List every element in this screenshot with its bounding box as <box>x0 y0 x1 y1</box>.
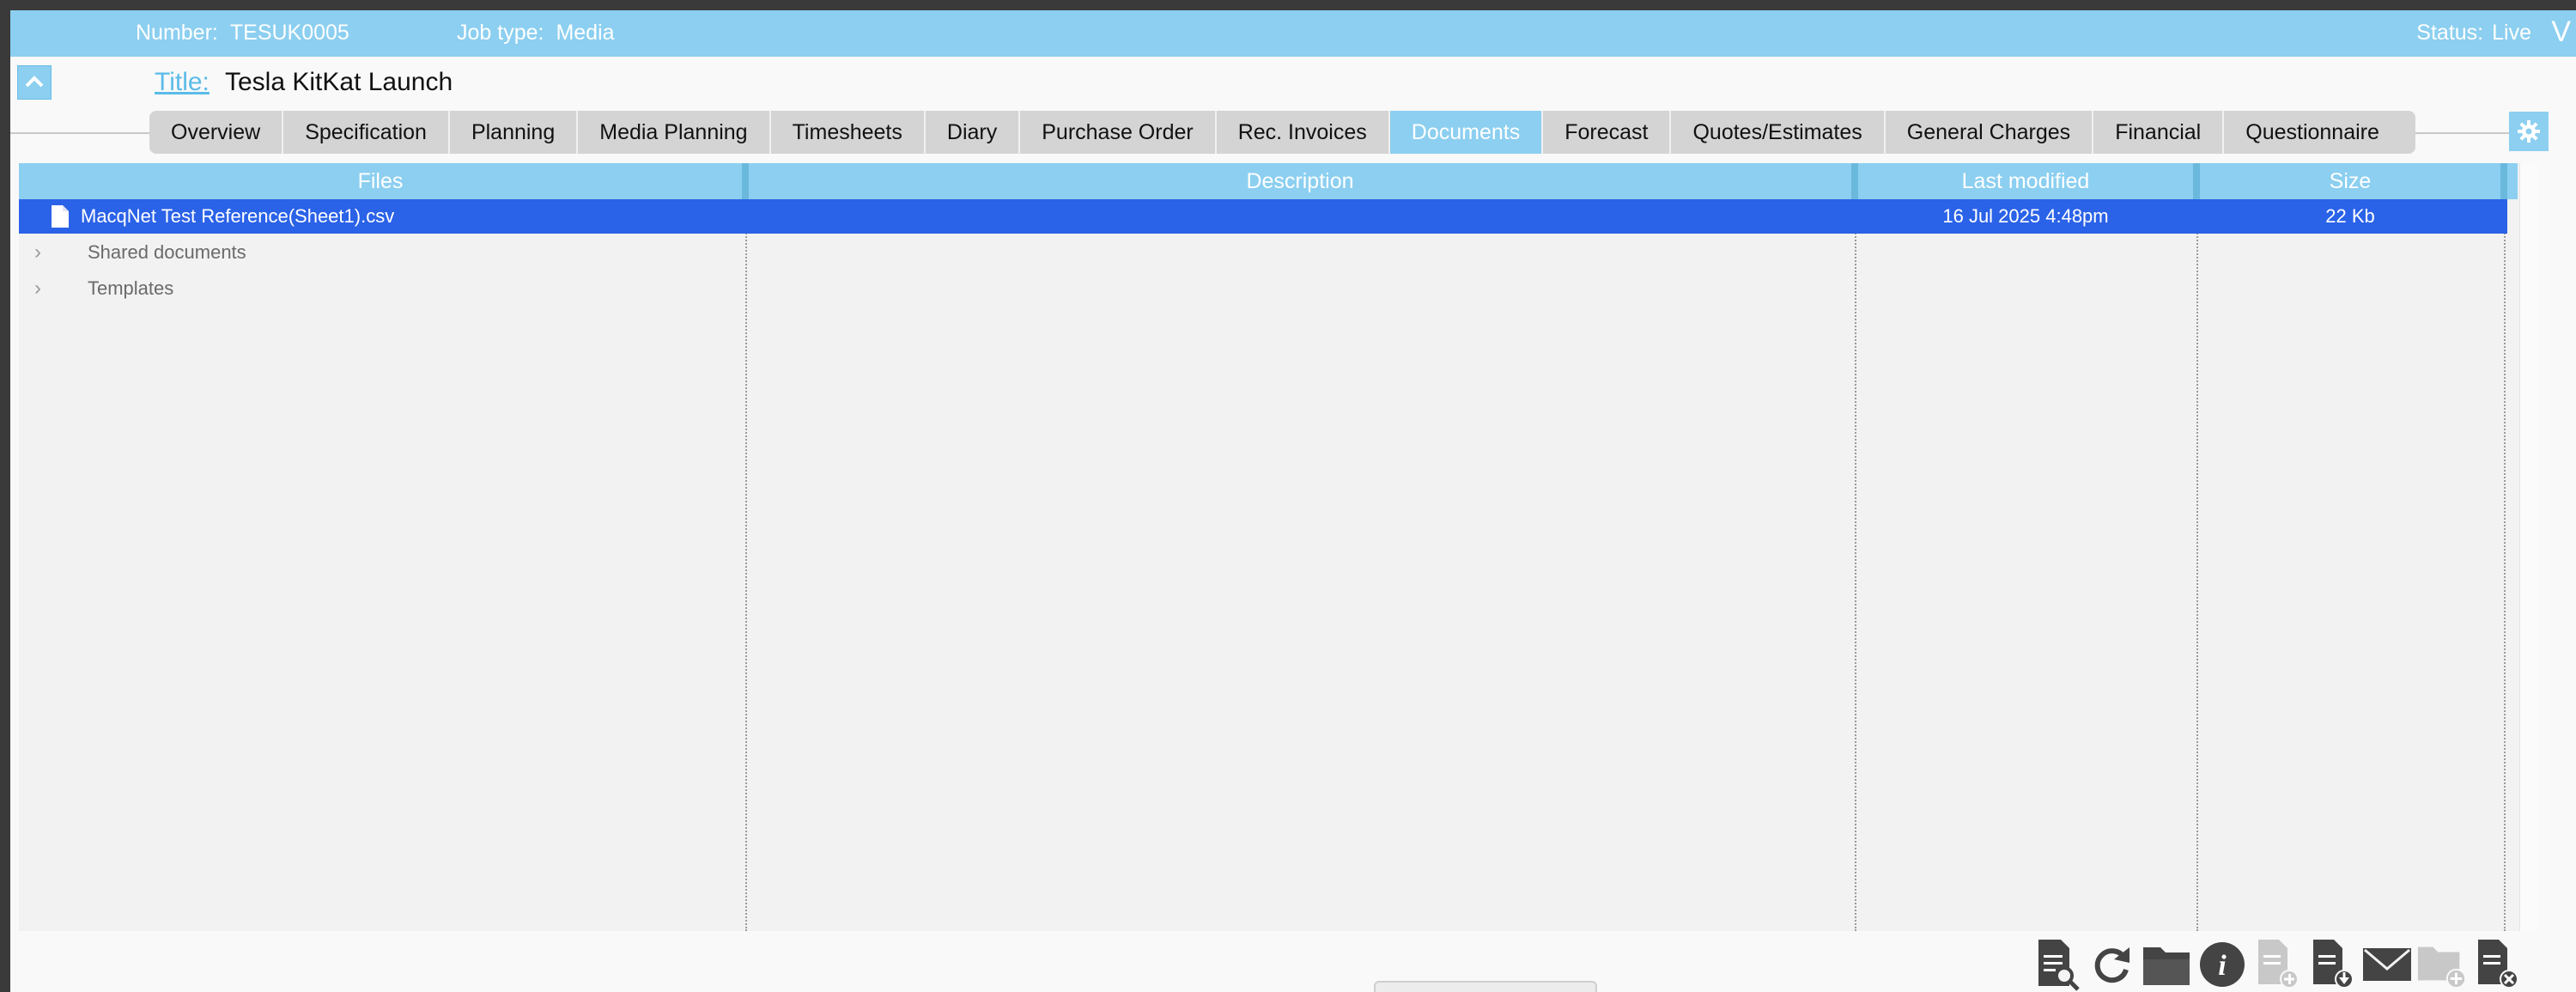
job-type-value: Media <box>556 21 615 45</box>
folder-row-templates[interactable]: › Templates <box>19 271 732 306</box>
folder-name: Templates <box>88 277 174 299</box>
tab-overview[interactable]: Overview <box>149 111 284 154</box>
column-divider <box>2504 199 2506 931</box>
chevron-up-icon <box>25 76 44 88</box>
chevron-right-icon[interactable]: › <box>34 271 41 306</box>
tab-rec-invoices[interactable]: Rec. Invoices <box>1217 111 1390 154</box>
column-divider <box>1855 199 1856 931</box>
collapse-button[interactable] <box>17 65 52 100</box>
tab-financial[interactable]: Financial <box>2093 111 2225 154</box>
file-description <box>749 199 1851 234</box>
add-document-icon <box>2258 940 2299 989</box>
file-modified: 16 Jul 2025 4:48pm <box>1942 205 2109 227</box>
chevron-right-icon[interactable]: › <box>34 235 41 270</box>
add-folder-icon <box>2417 946 2467 989</box>
menu-toggle-icon[interactable]: V <box>2551 15 2571 49</box>
refresh-icon <box>2094 947 2129 983</box>
column-resize-handle[interactable] <box>742 163 749 199</box>
folder-row-shared-documents[interactable]: › Shared documents <box>19 235 732 270</box>
document-toolbar: i <box>2032 934 2576 992</box>
job-status-value: Live <box>2492 21 2531 45</box>
job-title: Tesla KitKat Launch <box>225 68 453 96</box>
file-row-selected[interactable]: MacqNet Test Reference(Sheet1).csv 16 Ju… <box>19 199 2507 234</box>
download-document-button[interactable] <box>2306 934 2358 992</box>
job-number-value: TESUK0005 <box>229 21 349 45</box>
column-header-files[interactable]: Files <box>19 163 742 199</box>
title-link[interactable]: Title: <box>155 68 210 97</box>
download-document-icon <box>2313 940 2354 989</box>
column-resize-handle[interactable] <box>1851 163 1858 199</box>
tab-strip: Overview Specification Planning Media Pl… <box>149 111 2415 154</box>
column-header-last-modified[interactable]: Last modified <box>1858 163 2193 199</box>
file-icon <box>52 205 69 228</box>
preview-document-button[interactable] <box>2032 934 2083 992</box>
column-resize-handle[interactable] <box>2193 163 2200 199</box>
info-icon: i <box>2200 942 2245 987</box>
documents-table: Files Description Last modified Size Mac… <box>19 163 2537 931</box>
gear-icon <box>2518 120 2540 143</box>
table-header: Files Description Last modified Size <box>19 163 2518 199</box>
column-divider <box>2196 199 2198 931</box>
job-type: Job type: Media <box>457 21 615 46</box>
file-name: MacqNet Test Reference(Sheet1).csv <box>81 205 395 227</box>
job-number-label: Number: <box>136 21 218 45</box>
tab-planning[interactable]: Planning <box>450 111 579 154</box>
delete-document-icon <box>2478 940 2518 989</box>
file-size: 22 Kb <box>2325 205 2375 227</box>
open-folder-icon <box>2143 947 2190 985</box>
info-button[interactable]: i <box>2196 934 2248 992</box>
tab-purchase-order[interactable]: Purchase Order <box>1020 111 1217 154</box>
tab-forecast[interactable]: Forecast <box>1543 111 1672 154</box>
job-status-label: Status: <box>2416 21 2484 45</box>
add-folder-button[interactable] <box>2416 934 2468 992</box>
tab-timesheets[interactable]: Timesheets <box>771 111 926 154</box>
column-header-description[interactable]: Description <box>749 163 1851 199</box>
tab-questionnaire[interactable]: Questionnaire <box>2224 111 2415 154</box>
job-type-label: Job type: <box>457 21 544 45</box>
preview-document-icon <box>2038 940 2080 991</box>
column-resize-handle[interactable] <box>2500 163 2507 199</box>
column-header-size[interactable]: Size <box>2200 163 2500 199</box>
email-icon <box>2363 948 2411 981</box>
delete-document-button[interactable] <box>2471 934 2523 992</box>
job-number: Number: TESUK0005 <box>136 21 349 46</box>
tab-media-planning[interactable]: Media Planning <box>578 111 771 154</box>
refresh-button[interactable] <box>2087 934 2138 992</box>
svg-text:i: i <box>2218 950 2227 982</box>
vertical-scrollbar[interactable] <box>2519 163 2537 931</box>
tab-general-charges[interactable]: General Charges <box>1886 111 2094 154</box>
settings-button[interactable] <box>2509 112 2549 151</box>
open-folder-button[interactable] <box>2142 934 2193 992</box>
tab-specification[interactable]: Specification <box>283 111 450 154</box>
tab-quotes-estimates[interactable]: Quotes/Estimates <box>1671 111 1886 154</box>
column-divider <box>745 199 747 931</box>
bottom-panel-tab[interactable] <box>1374 981 1597 992</box>
tab-diary[interactable]: Diary <box>926 111 1021 154</box>
job-info-bar: Number: TESUK0005 Job type: Media Status: L… <box>10 10 2576 57</box>
tab-documents[interactable]: Documents <box>1389 111 1544 154</box>
job-status: Status: Live <box>2416 21 2531 46</box>
app-window: Number: TESUK0005 Job type: Media Status: L… <box>10 10 2576 992</box>
add-document-button[interactable] <box>2251 934 2303 992</box>
email-button[interactable] <box>2361 934 2413 992</box>
folder-name: Shared documents <box>88 241 246 263</box>
